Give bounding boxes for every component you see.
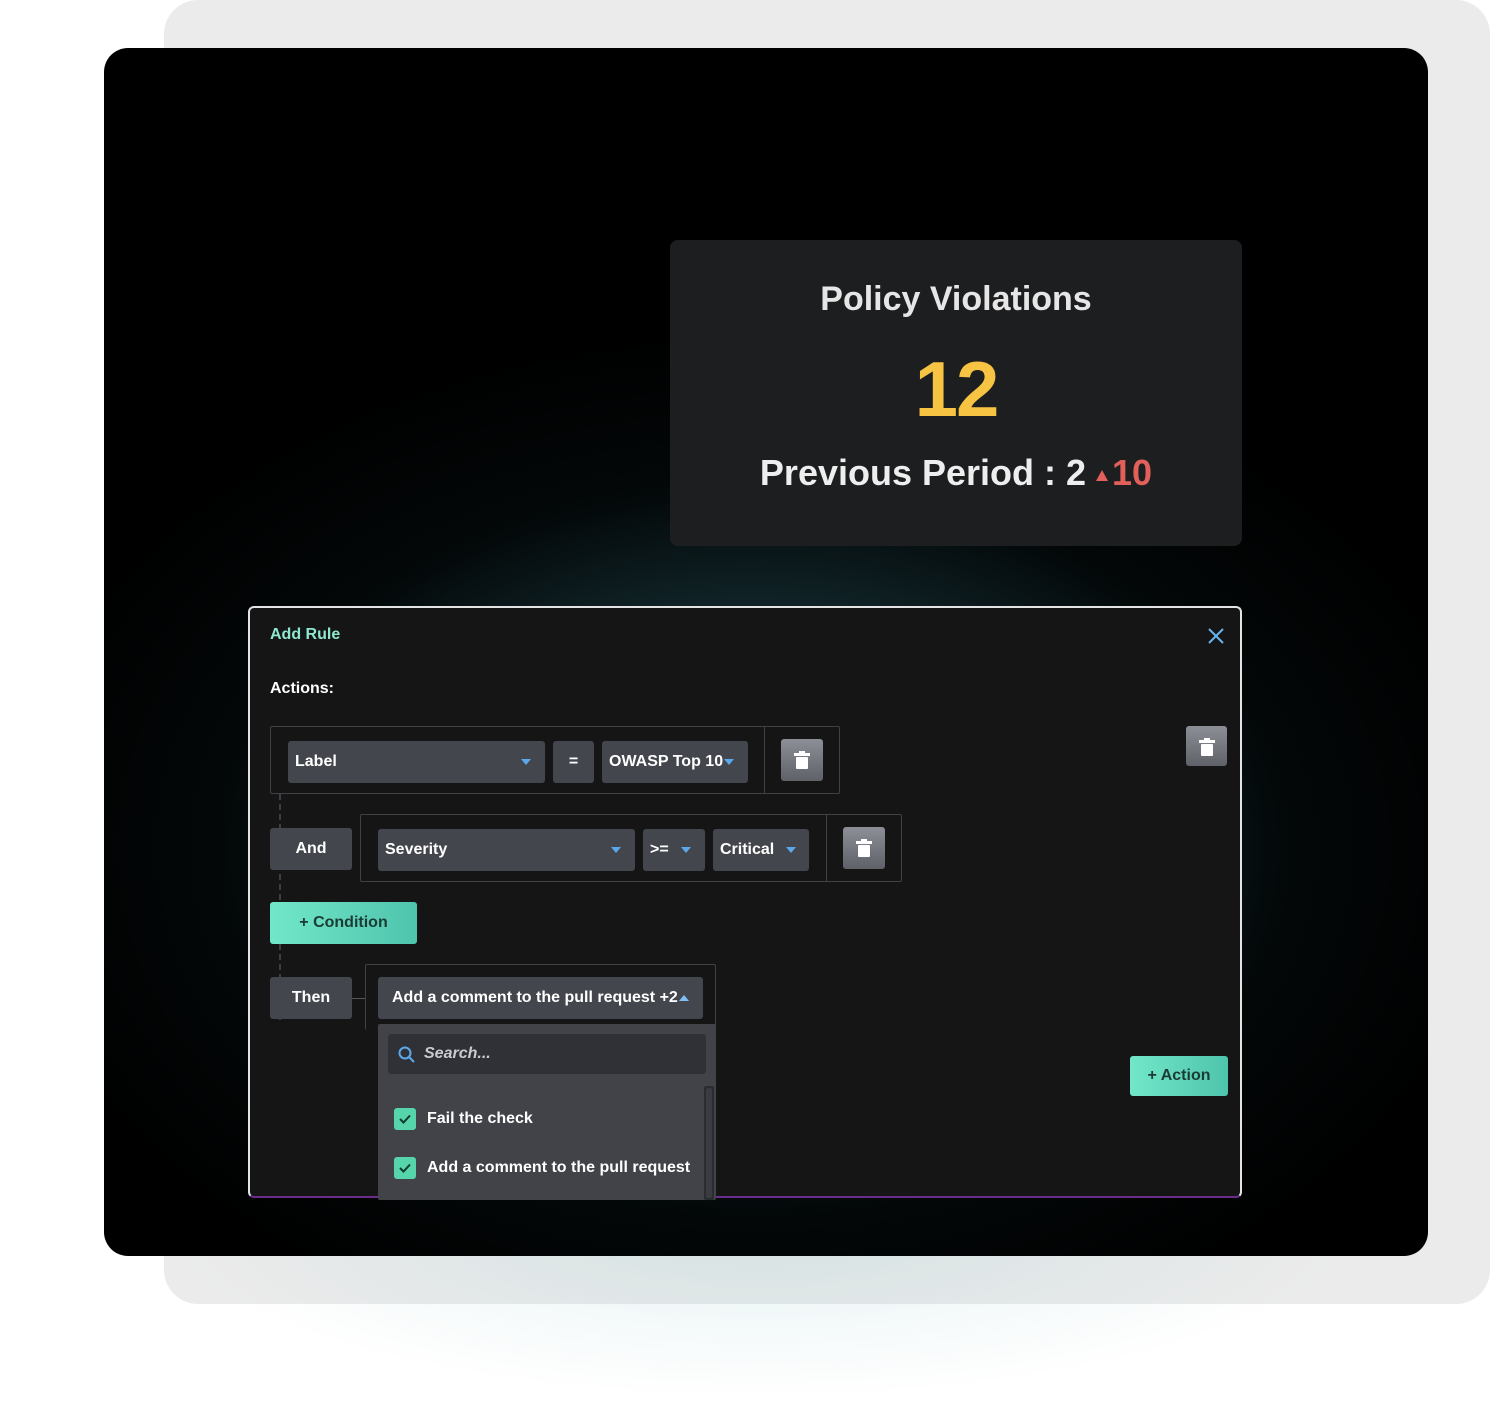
condition-1-operator-select[interactable]: = [553,741,594,783]
policy-violations-card: Policy Violations 12 Previous Period : 2… [670,240,1242,546]
delta-value: 10 [1112,452,1153,493]
search-box [388,1034,706,1074]
actions-dropdown: Fail the check Add a comment to the pull… [378,1024,716,1200]
chevron-down-icon [724,759,734,765]
search-icon [398,1046,415,1063]
condition-1-field-select[interactable]: Label [288,741,545,783]
metric-value: 12 [914,345,1000,433]
product-showcase: Policy Violations 12 Previous Period : 2… [104,48,1428,1256]
divider [764,727,765,793]
delete-rule-button[interactable] [1186,726,1227,766]
condition-2-operator-value: >= [650,841,669,858]
condition-2-field-value: Severity [385,841,448,858]
condition-2-operator-select[interactable]: >= [643,829,705,871]
condition-1-value: OWASP Top 10 [609,753,724,770]
condition-2-value: Critical [720,841,775,858]
condition-1-operator-value: = [568,753,579,770]
checkbox-checked[interactable] [394,1157,416,1179]
chevron-down-icon [681,847,691,853]
divider [826,815,827,881]
option-add-comment[interactable]: Add a comment to the pull request [394,1157,690,1179]
add-action-button[interactable]: + Action [1130,1056,1228,1096]
modal-title: Add Rule [270,626,341,643]
then-connector [352,998,365,999]
condition-1-value-select[interactable]: OWASP Top 10 [602,741,748,783]
condition-2-field-select[interactable]: Severity [378,829,635,871]
then-action-value: Add a comment to the pull request +2 [392,989,678,1006]
condition-1-field-value: Label [295,753,337,770]
delete-condition-2-button[interactable] [843,827,885,869]
check-icon [399,1163,411,1173]
check-icon [399,1114,411,1124]
condition-group-2: Severity >= Critical [360,814,902,882]
trash-icon [856,839,872,857]
and-label: And [270,828,352,870]
chevron-down-icon [611,847,621,853]
chevron-down-icon [786,847,796,853]
add-condition-button[interactable]: + Condition [270,902,417,944]
actions-label: Actions: [270,680,334,697]
delete-condition-1-button[interactable] [781,739,823,781]
previous-period-label: Previous Period : 2 [759,452,1087,493]
condition-group-1: Label = OWASP Top 10 [270,726,840,794]
checkbox-checked[interactable] [394,1108,416,1130]
option-label: Add a comment to the pull request [427,1159,691,1176]
scrollbar-thumb[interactable] [706,1088,712,1198]
add-rule-modal: Add Rule Actions: Label = OWASP Top 10 A… [248,606,1242,1200]
trash-icon [794,751,810,769]
option-fail-check[interactable]: Fail the check [394,1108,533,1130]
trash-icon [1199,738,1215,756]
close-button[interactable] [1204,624,1228,648]
previous-period: Previous Period : 2 10 [670,452,1242,494]
then-action-select[interactable]: Add a comment to the pull request +2 [378,977,703,1019]
condition-2-value-select[interactable]: Critical [713,829,809,871]
dropdown-scrollbar[interactable] [704,1086,714,1200]
chevron-up-icon [679,995,689,1001]
search-input[interactable] [424,1034,694,1074]
chevron-down-icon [521,759,531,765]
trend-up-icon [1096,470,1109,481]
option-label: Fail the check [427,1110,533,1127]
then-label: Then [270,977,352,1019]
metric-title: Policy Violations [820,280,1092,318]
close-icon [1208,628,1224,644]
